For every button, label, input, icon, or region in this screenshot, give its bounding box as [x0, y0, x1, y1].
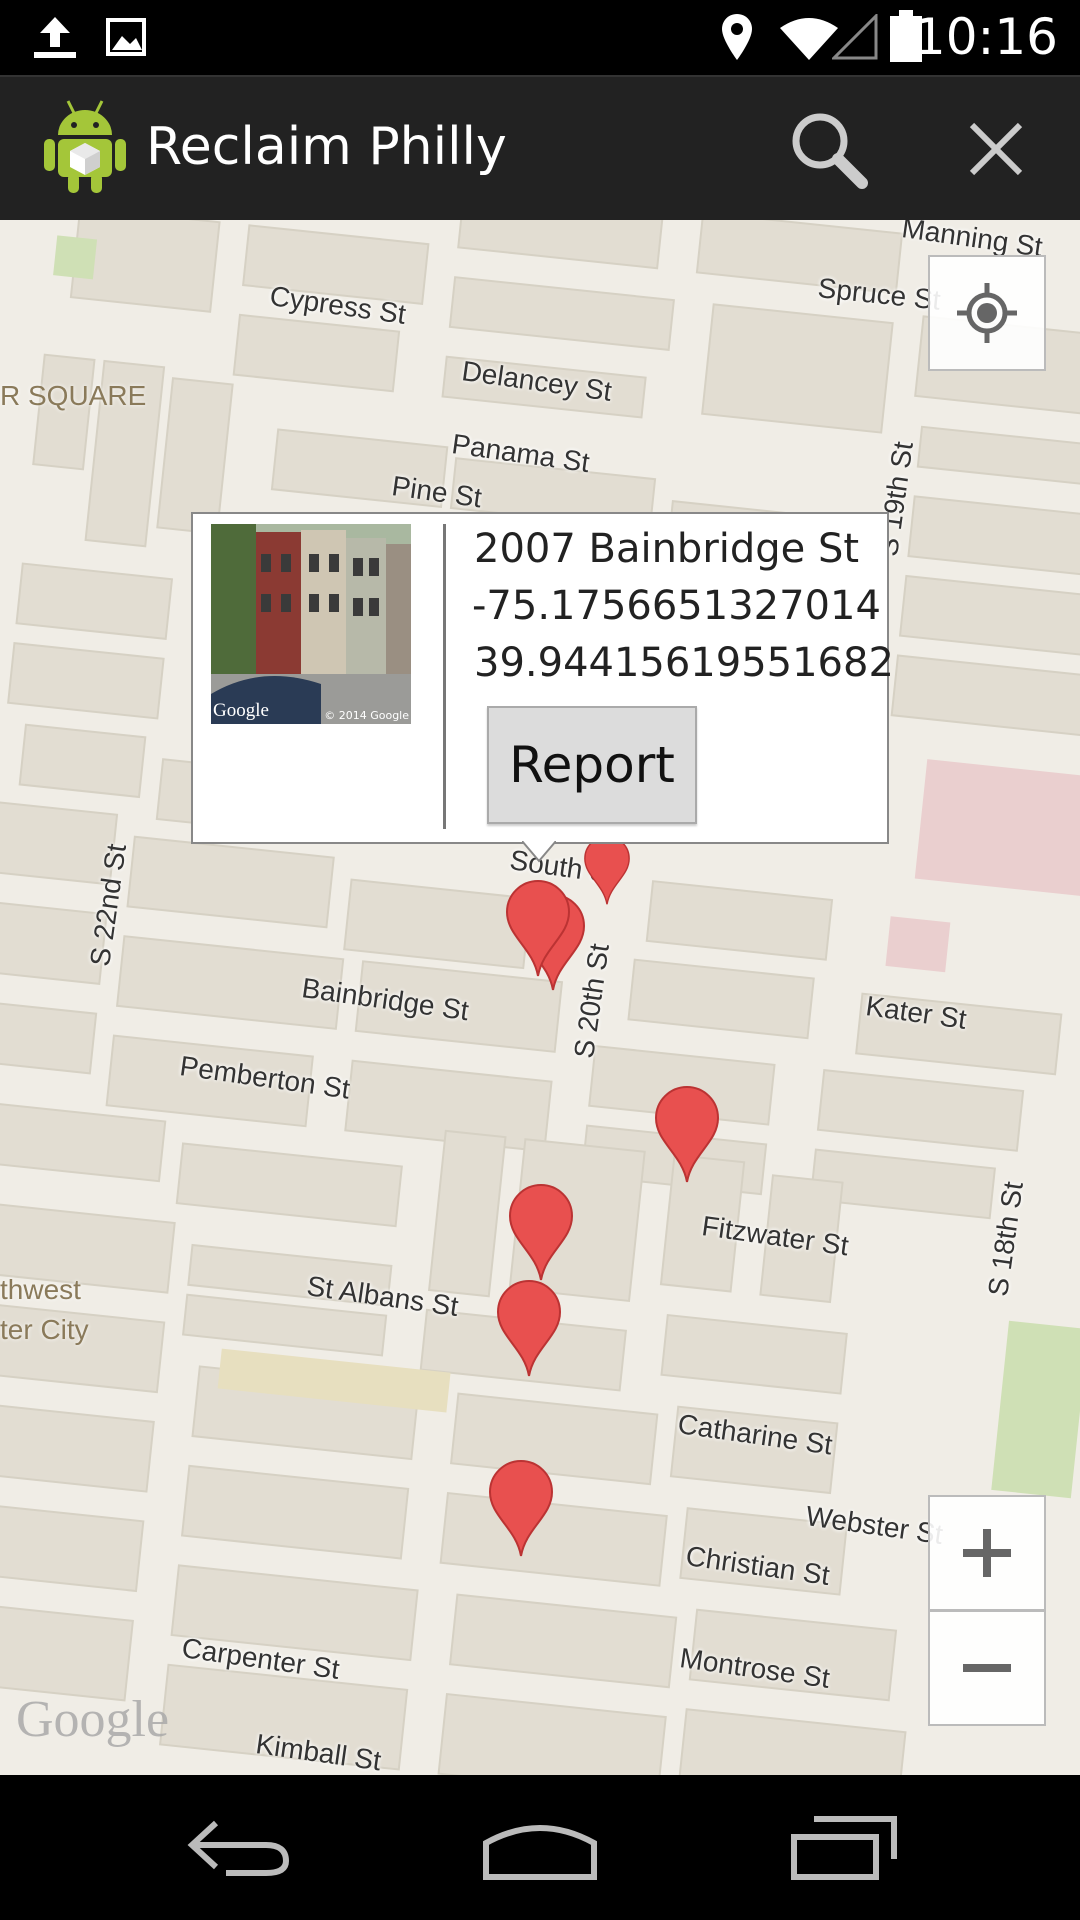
zoom-in-icon [963, 1529, 1011, 1577]
map-marker[interactable] [486, 1458, 556, 1558]
thumbnail-copyright: © 2014 Google [324, 709, 409, 722]
my-location-icon [957, 283, 1017, 343]
map-marker[interactable] [503, 878, 573, 978]
latitude-text: 39.94415619551682 [474, 640, 894, 686]
zoom-out-button[interactable] [928, 1610, 1046, 1726]
info-window-pointer [522, 841, 556, 863]
android-app-icon [44, 100, 126, 193]
info-divider [443, 524, 446, 829]
zoom-in-button[interactable] [928, 1495, 1046, 1611]
recents-icon[interactable] [790, 1815, 900, 1881]
district-label: thwest [0, 1274, 81, 1305]
longitude-text: -75.1756651327014 [472, 583, 881, 629]
close-icon[interactable] [966, 119, 1026, 179]
upload-icon [34, 17, 76, 58]
zoom-out-icon [963, 1664, 1011, 1672]
signal-icon [832, 14, 878, 60]
map-marker[interactable] [506, 1182, 576, 1282]
street-view-thumbnail: Google © 2014 Google [211, 524, 411, 724]
google-logo: Google [16, 1691, 170, 1748]
map-marker[interactable] [494, 1278, 564, 1378]
app-title: Reclaim Philly [146, 117, 507, 177]
clock: 10:16 [913, 8, 1058, 66]
district-label: R SQUARE [0, 380, 147, 411]
action-bar: Reclaim Philly [0, 75, 1080, 222]
status-bar: 10:16 [0, 0, 1080, 75]
wifi-icon [780, 18, 838, 60]
navigation-bar [0, 1775, 1080, 1920]
district-label: ter City [0, 1314, 89, 1345]
search-icon[interactable] [786, 107, 870, 191]
home-icon[interactable] [480, 1817, 600, 1881]
my-location-button[interactable] [928, 255, 1046, 371]
map-marker[interactable] [652, 1084, 722, 1184]
address-text: 2007 Bainbridge St [474, 526, 860, 572]
marker-info-window[interactable]: Google © 2014 Google 2007 Bainbridge St … [191, 512, 894, 844]
image-icon [106, 18, 146, 56]
map-view[interactable]: Manning St Cypress St Spruce St Delancey… [0, 220, 1080, 1775]
back-icon[interactable] [186, 1815, 292, 1879]
report-button[interactable]: Report [487, 706, 697, 824]
thumbnail-watermark: Google [213, 700, 269, 721]
location-icon [722, 14, 752, 60]
